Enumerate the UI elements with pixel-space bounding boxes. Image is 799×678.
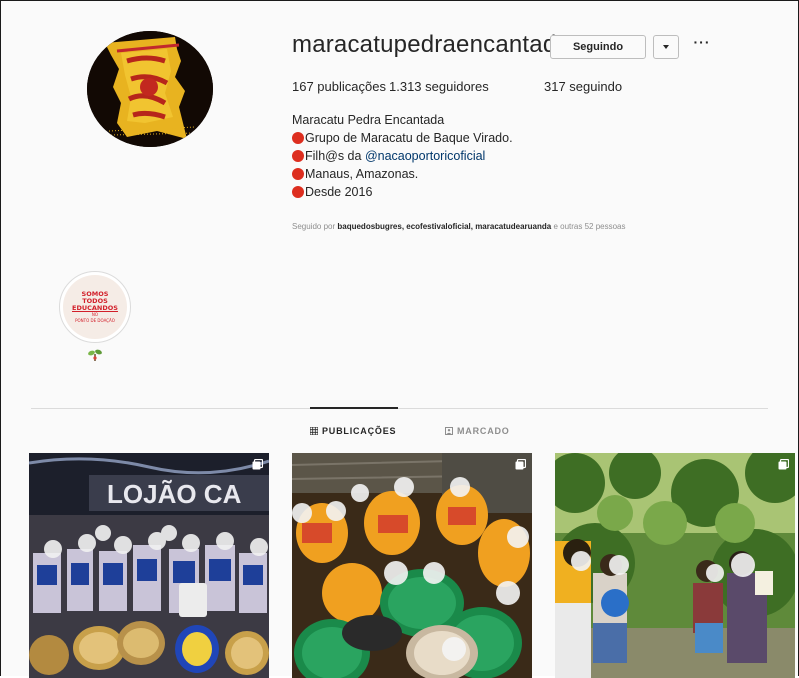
tab-tagged-label: MARCADO xyxy=(457,426,510,436)
tab-posts[interactable]: PUBLICAÇÕES xyxy=(310,426,396,436)
tagged-icon xyxy=(445,427,453,435)
multi-photo-icon xyxy=(778,459,789,470)
red-circle-icon xyxy=(292,186,304,198)
tabs-divider xyxy=(31,408,768,409)
profile-username: maracatupedraencantada xyxy=(292,31,570,58)
active-tab-indicator xyxy=(310,407,398,409)
highlight-cover: SOMOS TODOS EDUCANDOS NO PONTO DE DOAÇÃO xyxy=(63,275,127,339)
followed-by-users[interactable]: baquedosbugres, ecofestivaloficial, mara… xyxy=(337,222,551,231)
profile-full-name: Maracatu Pedra Encantada xyxy=(292,113,445,127)
following-count[interactable]: 317 seguindo xyxy=(544,79,622,94)
red-circle-icon xyxy=(292,150,304,162)
bio-line: Manaus, Amazonas. xyxy=(292,165,513,183)
profile-avatar[interactable] xyxy=(87,31,213,147)
sign-text: LOJÃO CA xyxy=(107,479,242,509)
bio-line: Desde 2016 xyxy=(292,183,513,201)
more-options-button[interactable]: ··· xyxy=(691,31,713,53)
red-circle-icon xyxy=(292,168,304,180)
bio-text: Filh@s da xyxy=(305,149,365,163)
bio-text: Desde 2016 xyxy=(305,185,373,199)
tab-posts-label: PUBLICAÇÕES xyxy=(322,426,397,436)
following-button[interactable]: Seguindo xyxy=(550,35,646,59)
followers-count[interactable]: 1.313 seguidores xyxy=(389,79,489,94)
bio-line: Filh@s da @nacaoportoricoficial xyxy=(292,147,513,165)
followed-by-prefix: Seguido por xyxy=(292,222,338,231)
suggestions-dropdown-button[interactable] xyxy=(653,35,679,59)
followed-by[interactable]: Seguido por baquedosbugres, ecofestivalo… xyxy=(292,222,626,231)
grid-icon xyxy=(310,427,318,435)
highlight-cover-text: PONTO DE DOAÇÃO xyxy=(75,317,115,323)
multi-photo-icon xyxy=(252,459,263,470)
highlight-cover-text: EDUCANDOS xyxy=(72,303,118,312)
followed-by-suffix: e outras 52 pessoas xyxy=(551,222,626,231)
bio-line: Grupo de Maracatu de Baque Virado. xyxy=(292,129,513,147)
plant-sprout-icon xyxy=(87,348,103,362)
tab-tagged[interactable]: MARCADO xyxy=(445,426,510,436)
story-highlight[interactable]: SOMOS TODOS EDUCANDOS NO PONTO DE DOAÇÃO xyxy=(59,271,131,343)
profile-bio: Maracatu Pedra Encantada Grupo de Maraca… xyxy=(292,111,513,201)
profile-page: maracatupedraencantada Seguindo ··· 167 … xyxy=(0,0,799,678)
post-thumbnail[interactable]: LOJÃO CA xyxy=(29,453,269,678)
chevron-down-icon xyxy=(663,45,669,49)
multi-photo-icon xyxy=(515,459,526,470)
bio-text: Manaus, Amazonas. xyxy=(305,167,419,181)
red-circle-icon xyxy=(292,132,304,144)
bio-mention-link[interactable]: @nacaoportoricoficial xyxy=(365,147,485,165)
post-thumbnail[interactable] xyxy=(555,453,795,678)
bio-text: Grupo de Maracatu de Baque Virado. xyxy=(305,131,513,145)
posts-count[interactable]: 167 publicações xyxy=(292,79,386,94)
post-thumbnail[interactable] xyxy=(292,453,532,678)
